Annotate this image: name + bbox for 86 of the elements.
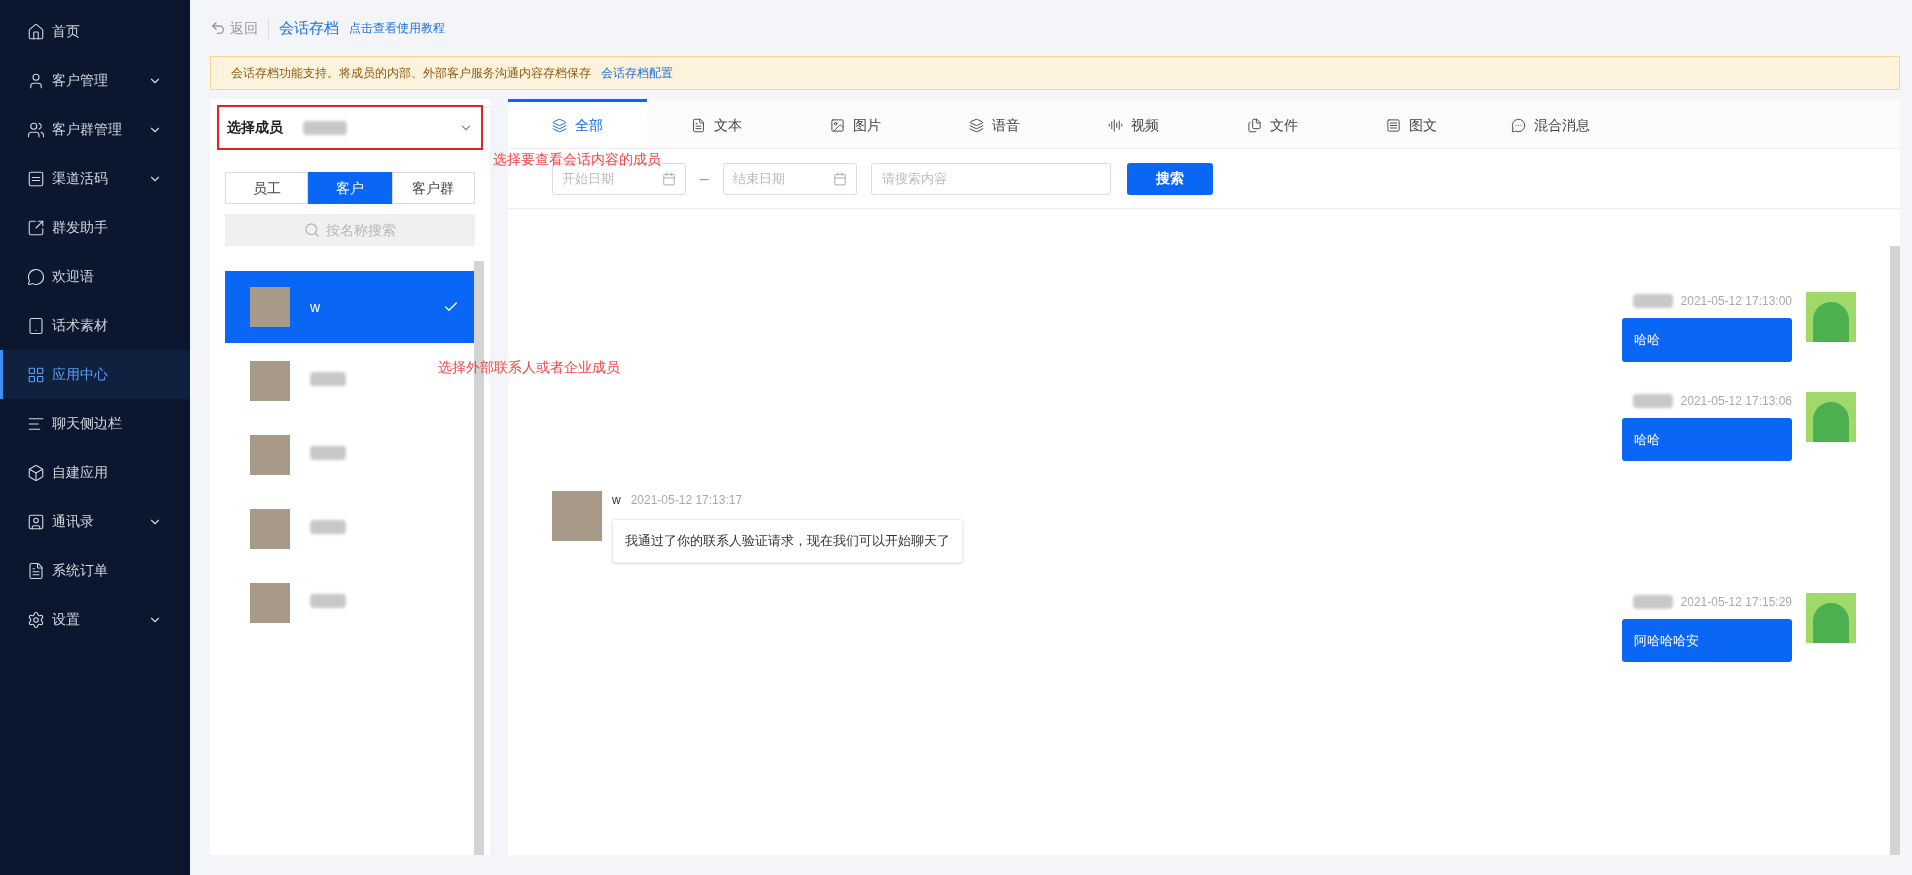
chat-icon bbox=[27, 267, 45, 286]
message-bubble: 我通过了你的联系人验证请求，现在我们可以开始聊天了 bbox=[612, 519, 963, 563]
annotation-text: 选择外部联系人或者企业成员 bbox=[438, 358, 620, 377]
notice-text: 会话存档功能支持。将成员的内部、外部客户服务沟通内容存档保存 bbox=[231, 65, 591, 82]
sidebar-item[interactable]: 自建应用 bbox=[0, 448, 190, 497]
sender-name: w bbox=[612, 492, 621, 509]
contact-tab[interactable]: 客户 bbox=[308, 172, 392, 204]
message-time: 2021-05-12 17:13:06 bbox=[1680, 392, 1792, 410]
message-tab[interactable]: 图文 bbox=[1342, 99, 1481, 148]
photo-placeholder bbox=[250, 287, 290, 327]
files-icon bbox=[1247, 117, 1262, 133]
document-icon bbox=[691, 117, 706, 133]
message-time: 2021-05-12 17:13:00 bbox=[1680, 293, 1792, 310]
message-tab[interactable]: 图片 bbox=[786, 99, 925, 148]
apps-icon bbox=[27, 365, 45, 384]
layers-icon bbox=[552, 117, 567, 133]
audio-wave-icon bbox=[1108, 117, 1123, 133]
message-tab[interactable]: 语音 bbox=[925, 99, 1064, 148]
message-time: 2021-05-12 17:15:29 bbox=[1680, 593, 1792, 611]
blurred-name bbox=[310, 594, 346, 608]
blurred-name bbox=[1632, 393, 1673, 408]
frog-avatar bbox=[1806, 292, 1856, 342]
contact-tab[interactable]: 员工 bbox=[225, 172, 309, 204]
message-tab[interactable]: 视频 bbox=[1064, 99, 1203, 148]
back-arrow-icon bbox=[210, 20, 226, 36]
sidebar-item[interactable]: 首页 bbox=[0, 7, 190, 56]
frog-avatar bbox=[1806, 592, 1856, 643]
sidebar-item[interactable]: 客户群管理 bbox=[0, 105, 190, 154]
search-input[interactable]: 请搜索内容 bbox=[870, 162, 1111, 195]
message-tab[interactable]: 全部 bbox=[508, 99, 647, 148]
member-select-label: 选择成员 bbox=[227, 118, 283, 137]
sidebar-item[interactable]: 系统订单 bbox=[0, 546, 190, 595]
frog-avatar bbox=[1806, 391, 1856, 442]
photo-placeholder bbox=[250, 361, 290, 401]
tutorial-link[interactable]: 点击查看使用教程 bbox=[349, 19, 445, 37]
sidebar-item[interactable]: 设置 bbox=[0, 595, 190, 644]
message-bubble: 阿哈哈哈安 bbox=[1622, 618, 1792, 662]
sidebar-item[interactable]: 客户管理 bbox=[0, 56, 190, 105]
photo-placeholder bbox=[250, 583, 290, 623]
search-button[interactable]: 搜索 bbox=[1126, 162, 1213, 195]
calendar-icon bbox=[662, 171, 676, 186]
layers-icon bbox=[969, 117, 984, 133]
contact-card-icon bbox=[27, 512, 45, 531]
blurred-name bbox=[1632, 294, 1673, 308]
box-icon bbox=[27, 463, 45, 482]
contact-name: w bbox=[310, 299, 321, 315]
sidebar-item[interactable]: 通讯录 bbox=[0, 497, 190, 546]
sidebar-item[interactable]: 话术素材 bbox=[0, 301, 190, 350]
member-select[interactable]: 选择成员 bbox=[217, 105, 483, 150]
message-tab[interactable]: 文件 bbox=[1203, 99, 1342, 148]
blurred-name bbox=[310, 372, 346, 386]
config-link[interactable]: 会话存档配置 bbox=[601, 64, 673, 82]
home-icon bbox=[27, 22, 45, 41]
contact-tab[interactable]: 客户群 bbox=[391, 172, 475, 204]
document-icon bbox=[27, 561, 45, 580]
sidebar-item[interactable]: 应用中心 bbox=[0, 350, 190, 399]
message-tab[interactable]: 文本 bbox=[647, 99, 786, 148]
chat-bubble-icon bbox=[1511, 117, 1526, 133]
sidebar-item[interactable]: 群发助手 bbox=[0, 203, 190, 252]
blurred-name bbox=[1632, 594, 1673, 609]
calendar-icon bbox=[832, 171, 847, 186]
users-icon bbox=[27, 120, 45, 139]
blurred-name bbox=[303, 120, 347, 135]
message-bubble: 哈哈 bbox=[1622, 417, 1792, 461]
message-time: 2021-05-12 17:13:17 bbox=[630, 492, 743, 509]
image-icon bbox=[830, 117, 845, 133]
photo-placeholder bbox=[250, 435, 290, 475]
contact-item[interactable]: w bbox=[225, 271, 474, 343]
blurred-name bbox=[310, 446, 346, 460]
search-icon bbox=[304, 222, 320, 238]
sidebar-item[interactable]: 聊天侧边栏 bbox=[0, 399, 190, 448]
share-icon bbox=[27, 218, 45, 237]
page-title: 会话存档 bbox=[279, 17, 339, 38]
message-tab[interactable]: 混合消息 bbox=[1481, 99, 1620, 148]
blurred-name bbox=[310, 520, 346, 534]
sidebar-item[interactable]: 欢迎语 bbox=[0, 252, 190, 301]
message-bubble: 哈哈 bbox=[1622, 318, 1792, 362]
card-icon bbox=[1386, 117, 1401, 133]
photo-placeholder bbox=[552, 491, 602, 541]
user-icon bbox=[27, 71, 45, 90]
tablet-icon bbox=[27, 316, 45, 335]
photo-placeholder bbox=[250, 509, 290, 549]
date-separator: – bbox=[700, 168, 709, 189]
sidebar-item[interactable]: 渠道活码 bbox=[0, 154, 190, 203]
settings-icon bbox=[27, 610, 45, 629]
scrollbar[interactable] bbox=[1890, 246, 1900, 855]
